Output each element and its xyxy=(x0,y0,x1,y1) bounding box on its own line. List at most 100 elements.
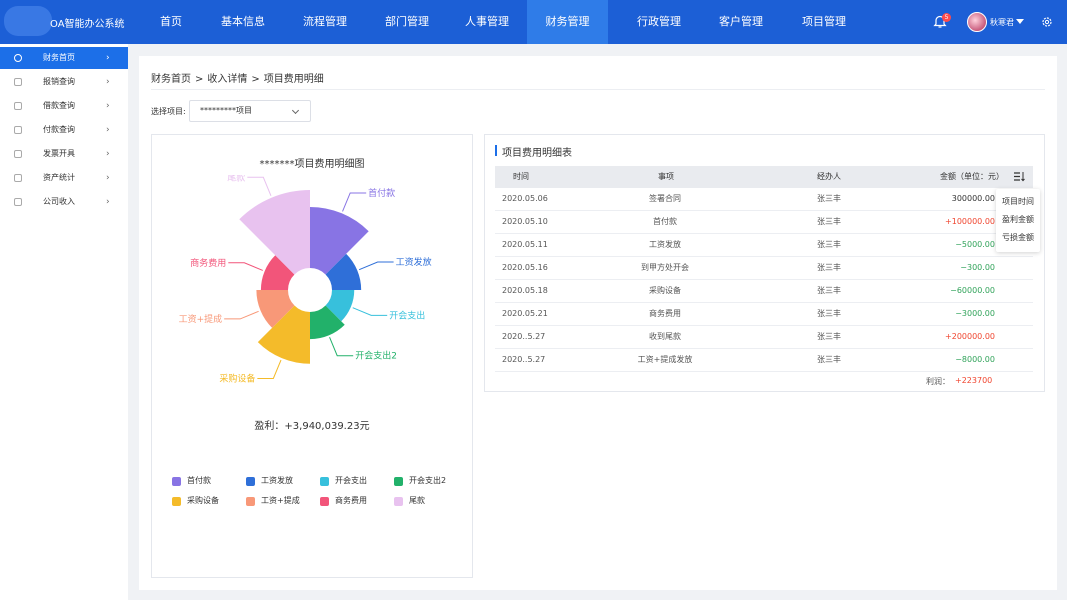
nav-home[interactable]: 首页 xyxy=(150,0,192,44)
breadcrumb-item[interactable]: 财务首页 xyxy=(151,74,191,85)
cell-amount: 300000.00 xyxy=(951,194,995,203)
chart-title: *******项目费用明细图 xyxy=(259,159,365,170)
profit-value: +223700 xyxy=(955,376,993,385)
cell-amount: −3000.00 xyxy=(955,309,995,318)
chevron-right-icon: › xyxy=(106,101,110,111)
cell-date: 2020.05.11 xyxy=(502,240,548,249)
project-select-value: *********项目 xyxy=(200,106,252,115)
slice-label: 开会支出2 xyxy=(355,350,397,362)
chevron-down-icon xyxy=(291,106,300,115)
cell-item: 工资+提成发放 xyxy=(637,355,693,364)
breadcrumb-separator: > xyxy=(195,74,204,85)
legend-swatch xyxy=(394,477,403,486)
slice-label: 工资+提成 xyxy=(179,313,223,325)
nav-hr[interactable]: 人事管理 xyxy=(460,0,514,44)
cell-amount: −60000.00 xyxy=(950,286,995,295)
chevron-right-icon: › xyxy=(106,53,110,63)
nav-customer[interactable]: 客户管理 xyxy=(714,0,768,44)
sidebar: 财务首页 › 报销查询 › 借款查询 › 付款查询 › 发票开具 › 资产统计 … xyxy=(0,44,128,600)
cell-item: 商务费用 xyxy=(649,309,681,318)
nav-admin[interactable]: 行政管理 xyxy=(632,0,686,44)
sidebar-item-finance-home[interactable]: 财务首页 › xyxy=(0,47,128,69)
nav-process[interactable]: 流程管理 xyxy=(298,0,352,44)
chevron-right-icon: › xyxy=(106,197,110,207)
sidebar-item-assets[interactable]: 资产统计 › xyxy=(0,167,128,189)
table-row: 2020.05.10 首付款 张三丰 +100000.00 xyxy=(495,211,1033,234)
cell-handler: 张三丰 xyxy=(817,217,841,226)
column-header-date: 时间 xyxy=(513,172,529,181)
slice-label: 开会支出 xyxy=(389,309,425,321)
sidebar-item-invoice[interactable]: 发票开具 › xyxy=(0,143,128,165)
gear-icon[interactable] xyxy=(1041,16,1053,28)
nav-department[interactable]: 部门管理 xyxy=(380,0,434,44)
user-icon xyxy=(14,54,22,62)
cell-amount: −8000.00 xyxy=(955,355,995,364)
sort-option-profit[interactable]: 盈利金额 xyxy=(1002,214,1034,225)
gift-icon xyxy=(14,150,22,158)
cell-amount: −300.00 xyxy=(960,263,995,272)
avatar[interactable] xyxy=(967,12,987,32)
cell-amount: −5000.00 xyxy=(955,240,995,249)
list-icon xyxy=(14,78,22,86)
table-row: 2020.05.06 签署合同 张三丰 300000.00 xyxy=(495,188,1033,211)
cell-item: 到甲方处开会 xyxy=(641,263,689,272)
rose-chart: 首付款工资发放开会支出开会支出2 采购设备 工资+提成 商务费用 尾款 xyxy=(179,175,432,384)
breadcrumb-current: 项目费用明细 xyxy=(263,74,324,85)
legend-swatch xyxy=(394,497,403,506)
label-leader-line xyxy=(329,337,354,357)
cell-handler: 张三丰 xyxy=(817,332,841,341)
nav-basic-info[interactable]: 基本信息 xyxy=(216,0,270,44)
label-leader-line xyxy=(257,359,282,379)
legend-label: 工资发放 xyxy=(261,476,293,485)
cell-item: 首付款 xyxy=(653,217,677,226)
sidebar-item-payment[interactable]: 付款查询 › xyxy=(0,119,128,141)
cell-date: 2020.05.21 xyxy=(502,309,548,318)
sidebar-item-label: 财务首页 xyxy=(43,53,75,62)
label-leader-line xyxy=(352,307,388,316)
label-leader-line xyxy=(228,262,263,271)
user-name[interactable]: 秋寒君 xyxy=(990,17,1014,28)
table-title: 项目费用明细表 xyxy=(502,148,572,159)
clock-icon xyxy=(14,174,22,182)
column-header-handler: 经办人 xyxy=(817,172,841,181)
legend-label: 商务费用 xyxy=(335,496,367,505)
legend-swatch xyxy=(320,477,329,486)
chevron-down-icon[interactable] xyxy=(1016,19,1024,24)
cell-handler: 张三丰 xyxy=(817,355,841,364)
cell-item: 工资发放 xyxy=(649,240,681,249)
sidebar-item-income[interactable]: 公司收入 › xyxy=(0,191,128,213)
project-select-label: 选择项目: xyxy=(151,107,186,116)
sort-icon[interactable] xyxy=(1013,171,1025,182)
legend-label: 尾款 xyxy=(409,496,425,505)
slice-label: 采购设备 xyxy=(219,372,255,384)
column-header-item: 事项 xyxy=(658,172,674,181)
column-header-amount: 金额（单位：元） xyxy=(940,172,1004,181)
chevron-right-icon: › xyxy=(106,77,110,87)
legend-swatch xyxy=(172,477,181,486)
sidebar-item-label: 报销查询 xyxy=(43,77,75,86)
project-select[interactable]: *********项目 xyxy=(189,100,311,122)
sidebar-item-label: 公司收入 xyxy=(43,197,75,206)
cell-amount: +200000.00 xyxy=(945,332,995,341)
sort-option-loss[interactable]: 亏损金额 xyxy=(1002,232,1034,243)
cell-item: 采购设备 xyxy=(649,286,681,295)
nav-finance[interactable]: 财务管理 xyxy=(527,0,608,44)
breadcrumb-item[interactable]: 收入详情 xyxy=(207,74,247,85)
table-row: 2020..5.27 收到尾款 张三丰 +200000.00 xyxy=(495,326,1033,349)
cell-date: 2020..5.27 xyxy=(502,332,546,341)
table-row: 2020..5.27 工资+提成发放 张三丰 −8000.00 xyxy=(495,349,1033,372)
sort-option-time[interactable]: 项目时间 xyxy=(1002,196,1034,207)
title-accent-bar xyxy=(495,145,497,156)
nav-project[interactable]: 项目管理 xyxy=(797,0,851,44)
cell-handler: 张三丰 xyxy=(817,286,841,295)
label-leader-line xyxy=(342,192,367,212)
profit-label: 利润： xyxy=(926,377,950,386)
chart-card: *******项目费用明细图 首付款 工资发放 开会支出 开会支出2 采购设备 工资+提成… xyxy=(151,134,473,578)
table-row: 2020.05.16 到甲方处开会 张三丰 −300.00 xyxy=(495,257,1033,280)
sidebar-item-loan[interactable]: 借款查询 › xyxy=(0,95,128,117)
chevron-right-icon: › xyxy=(106,149,110,159)
notification-badge: 5 xyxy=(942,13,951,22)
legend-label: 工资+提成 xyxy=(261,496,300,505)
cell-date: 2020.05.16 xyxy=(502,263,548,272)
sidebar-item-reimbursement[interactable]: 报销查询 › xyxy=(0,71,128,93)
